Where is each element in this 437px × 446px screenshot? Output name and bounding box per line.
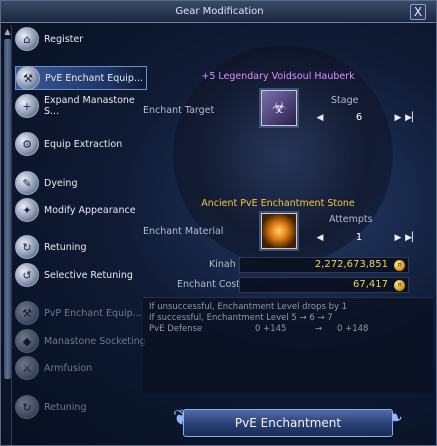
sidebar-item-selective-retuning[interactable]: ↺ Selective Retuning xyxy=(15,263,147,287)
sidebar-item-label: Equip Extraction xyxy=(44,138,123,150)
stat-name: PvE Defense xyxy=(149,324,203,334)
enchant-icon: ⚒ xyxy=(16,66,40,90)
cost-coin-icon: ¤ xyxy=(394,280,405,291)
scroll-thumb[interactable] xyxy=(4,39,11,379)
scroll-up-icon[interactable]: ▲ xyxy=(3,27,12,37)
stat-change-row: PvE Defense 0 +145 → 0 +148 xyxy=(149,324,427,335)
sidebar-item-manastone-socketing: ◆ Manastone Socketing xyxy=(15,329,147,353)
stage-stepper: ◀ 6 ▶ ▶▏ xyxy=(313,112,419,123)
sidebar-item-label: Expand Manastone S... xyxy=(44,95,135,117)
sidebar-item-expand-manastone[interactable]: + Expand Manastone S... xyxy=(15,94,147,118)
enchant-material-label: Enchant Material xyxy=(143,226,224,237)
sidebar-item-label: Dyeing xyxy=(44,177,78,189)
arrow-icon: → xyxy=(315,324,323,334)
attempts-prev-button[interactable]: ◀ xyxy=(313,233,327,243)
sidebar-item-label: Selective Retuning xyxy=(44,269,133,281)
sidebar-item-pvp-enchant: ⚒ PvP Enchant Equip... xyxy=(15,301,147,325)
retuning-icon: ↻ xyxy=(15,395,39,419)
enchant-panel: +5 Legendary Voidsoul Hauberk Enchant Ta… xyxy=(143,25,435,445)
info-fail-line: If unsuccessful, Enchantment Level drops… xyxy=(149,302,348,312)
material-item-slot[interactable] xyxy=(261,213,297,249)
target-item-slot[interactable]: ☣ xyxy=(261,90,297,126)
attempts-label: Attempts xyxy=(329,214,373,225)
attempts-value[interactable]: 1 xyxy=(327,232,391,243)
expand-socket-icon: + xyxy=(15,94,39,118)
material-item-name: Ancient PvE Enchantment Stone xyxy=(201,198,355,209)
kinah-value: 2,272,673,851 xyxy=(314,259,388,270)
kinah-label: Kinah xyxy=(209,259,236,270)
sidebar-item-equip-extraction[interactable]: ⚙ Equip Extraction xyxy=(15,132,147,156)
attempts-next-button[interactable]: ▶ xyxy=(391,233,405,243)
dye-icon: ✎ xyxy=(15,171,39,195)
gear-modification-window: Gear Modification X ▲ ⌂ Register ⚒ PvE E… xyxy=(0,0,437,446)
pvp-enchant-icon: ⚒ xyxy=(15,301,39,325)
sidebar-item-label: Retuning xyxy=(44,241,87,253)
sidebar-item-label: Armfusion xyxy=(44,362,93,374)
window-titlebar[interactable]: Gear Modification xyxy=(1,1,436,23)
attempts-stepper: ◀ 1 ▶ ▶▏ xyxy=(313,232,419,243)
window-title: Gear Modification xyxy=(175,6,264,17)
selective-retuning-icon: ↺ xyxy=(15,263,39,287)
stage-last-button[interactable]: ▶▏ xyxy=(405,113,419,123)
enchant-cost-field: 67,417 ¤ xyxy=(239,277,409,293)
pve-enchantment-button[interactable]: PvE Enchantment xyxy=(183,409,393,437)
enchant-target-label: Enchant Target xyxy=(143,105,215,116)
extraction-icon: ⚙ xyxy=(15,132,39,156)
sidebar-item-label: PvE Enchant Equip... xyxy=(45,72,144,84)
sidebar-item-dyeing[interactable]: ✎ Dyeing xyxy=(15,171,147,195)
sidebar-item-label: Modify Appearance xyxy=(44,204,136,216)
enchant-info-box: If unsuccessful, Enchantment Level drops… xyxy=(143,297,433,393)
appearance-icon: ✦ xyxy=(15,198,39,222)
sidebar-item-modify-appearance[interactable]: ✦ Modify Appearance xyxy=(15,198,147,222)
sidebar-item-label: PvP Enchant Equip... xyxy=(44,307,142,319)
sidebar-item-pve-enchant[interactable]: ⚒ PvE Enchant Equip... xyxy=(15,66,147,90)
sidebar-item-register[interactable]: ⌂ Register xyxy=(15,27,147,51)
enchant-cost-label: Enchant Cost xyxy=(177,279,240,290)
sidebar-item-label: Retuning xyxy=(44,401,87,413)
enchant-cost-value: 67,417 xyxy=(353,279,388,290)
sidebar-scrollbar[interactable]: ▲ xyxy=(3,25,12,445)
stat-to: 0 +148 xyxy=(337,324,369,334)
stage-value: 6 xyxy=(355,112,363,123)
register-icon: ⌂ xyxy=(15,27,39,51)
sidebar-item-armfusion: ⚔ Armfusion xyxy=(15,356,147,380)
stage-label: Stage xyxy=(331,95,359,106)
target-item-name: +5 Legendary Voidsoul Hauberk xyxy=(201,71,355,82)
armfusion-icon: ⚔ xyxy=(15,356,39,380)
stat-from: 0 +145 xyxy=(255,324,287,334)
sidebar-item-retuning[interactable]: ↻ Retuning xyxy=(15,235,147,259)
sidebar-item-label: Register xyxy=(44,33,84,45)
kinah-coin-icon: ¤ xyxy=(394,260,405,271)
close-button[interactable]: X xyxy=(410,4,426,20)
kinah-field: 2,272,673,851 ¤ xyxy=(239,257,409,273)
sidebar: ▲ ⌂ Register ⚒ PvE Enchant Equip... + Ex… xyxy=(3,25,147,445)
manastone-icon: ◆ xyxy=(15,329,39,353)
stage-next-button[interactable]: ▶ xyxy=(391,113,405,123)
sidebar-item-retuning-disabled: ↻ Retuning xyxy=(15,395,147,419)
stage-prev-button[interactable]: ◀ xyxy=(313,113,327,123)
info-success-line: If successful, Enchantment Level 5 → 6 →… xyxy=(149,313,333,323)
sidebar-item-label: Manastone Socketing xyxy=(44,335,146,347)
retuning-icon: ↻ xyxy=(15,235,39,259)
attempts-last-button[interactable]: ▶▏ xyxy=(405,233,419,243)
hauberk-icon: ☣ xyxy=(271,98,287,117)
